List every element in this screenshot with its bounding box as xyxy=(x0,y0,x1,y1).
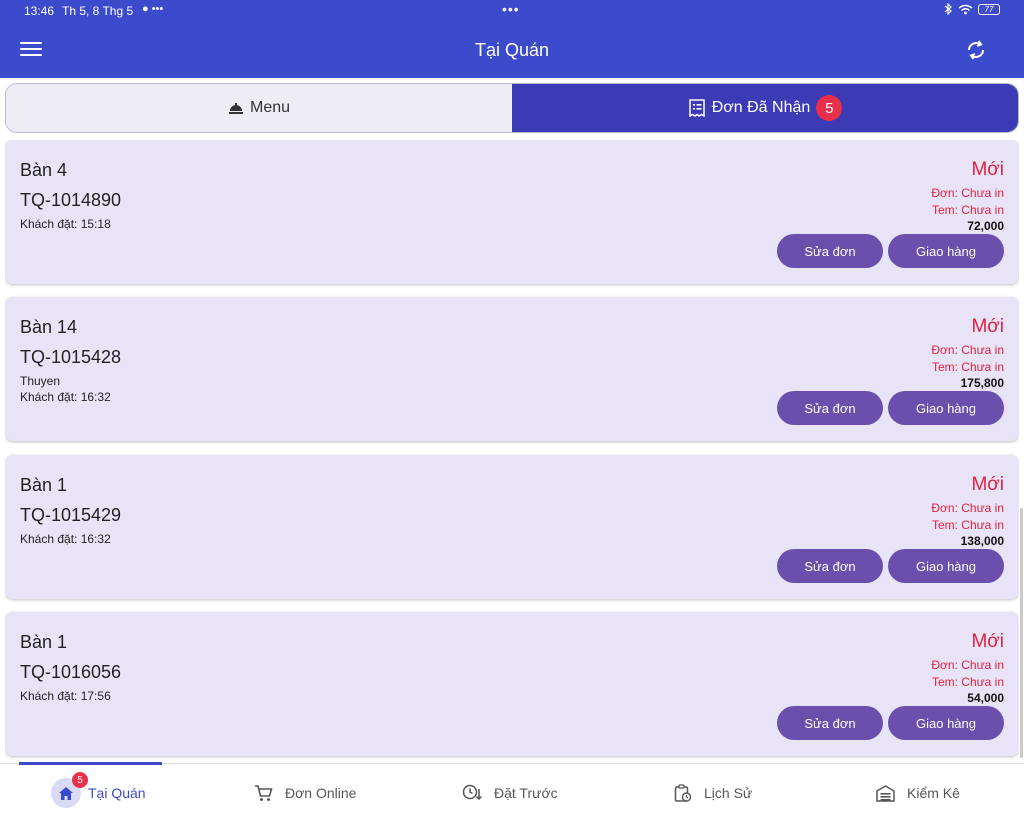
order-card[interactable]: Bàn 14 TQ-1015428 Thuyen Khách đặt: 16:3… xyxy=(5,297,1019,441)
nav-item-lich-su[interactable]: Lịch Sử xyxy=(674,776,752,810)
status-time: 13:46 xyxy=(24,4,55,18)
nav-badge: 5 xyxy=(72,772,88,788)
edit-order-button[interactable]: Sửa đơn xyxy=(777,391,883,425)
food-tray-icon xyxy=(228,101,244,115)
sync-icon xyxy=(968,40,984,60)
tab-menu-label: Menu xyxy=(249,99,291,116)
multitask-dots: ••• xyxy=(502,1,520,17)
battery-icon: 77 xyxy=(978,3,1000,15)
table-name: Bàn 14 xyxy=(20,317,78,337)
order-card[interactable]: Bàn 4 TQ-1014890 Khách đặt: 15:18 Mới Đơ… xyxy=(5,140,1019,284)
received-count-badge: 5 xyxy=(816,95,843,121)
warehouse-icon xyxy=(876,784,895,802)
list-scrollbar[interactable] xyxy=(1020,508,1023,758)
bluetooth-icon xyxy=(944,3,952,15)
deliver-button[interactable]: Giao hàng xyxy=(888,549,1004,583)
nav-item-don-online[interactable]: Đơn Online xyxy=(254,776,356,810)
order-tabs: Menu Đơn Đã Nhận 5 xyxy=(5,83,1019,133)
order-meta: Khách đặt: 17:56 xyxy=(20,688,111,704)
ordered-time: Khách đặt: 16:32 xyxy=(20,390,111,404)
top-app-bar: 13:46 Th 5, 8 Thg 5 ● ••• ••• 77 Tại Quá… xyxy=(0,0,1024,78)
order-list[interactable]: Bàn 4 TQ-1014890 Khách đặt: 15:18 Mới Đơ… xyxy=(5,140,1019,760)
label-print-status: Tem: Chưa in xyxy=(931,360,1004,374)
order-status: Mới xyxy=(971,631,1004,652)
order-meta: Khách đặt: 15:18 xyxy=(20,216,111,232)
order-id: TQ-1014890 xyxy=(20,190,122,210)
status-bar: 13:46 Th 5, 8 Thg 5 ● ••• ••• 77 xyxy=(0,0,1024,22)
status-right-icons: 77 xyxy=(944,3,1000,15)
ordered-time: Khách đặt: 15:18 xyxy=(20,217,111,231)
edit-order-button[interactable]: Sửa đơn xyxy=(777,549,883,583)
order-meta: Thuyen Khách đặt: 16:32 xyxy=(20,373,111,405)
nav-label: Tại Quán xyxy=(88,785,146,801)
active-tab-indicator xyxy=(19,762,162,765)
table-name: Bàn 4 xyxy=(20,160,68,180)
edit-order-button[interactable]: Sửa đơn xyxy=(777,234,883,268)
label-print-status: Tem: Chưa in xyxy=(931,203,1004,217)
order-total: 72,000 xyxy=(967,219,1004,233)
sync-button[interactable] xyxy=(964,38,988,62)
clock-icon xyxy=(462,784,482,802)
nav-label: Đơn Online xyxy=(285,785,357,801)
status-date: Th 5, 8 Thg 5 xyxy=(62,4,134,18)
order-id: TQ-1015428 xyxy=(20,347,122,367)
nav-item-dat-truoc[interactable]: Đặt Trước xyxy=(462,776,558,810)
order-total: 175,800 xyxy=(960,376,1004,390)
messenger-notification-icon: ● ••• xyxy=(142,3,164,15)
label-print-status: Tem: Chưa in xyxy=(931,518,1004,532)
order-total: 54,000 xyxy=(967,691,1004,705)
order-meta: Khách đặt: 16:32 xyxy=(20,531,111,547)
deliver-button[interactable]: Giao hàng xyxy=(888,391,1004,425)
app-root: 13:46 Th 5, 8 Thg 5 ● ••• ••• 77 Tại Quá… xyxy=(0,0,1024,821)
ordered-time: Khách đặt: 17:56 xyxy=(20,689,111,703)
deliver-button[interactable]: Giao hàng xyxy=(888,234,1004,268)
nav-label: Kiểm Kê xyxy=(907,785,960,801)
history-icon xyxy=(674,783,692,803)
nav-label: Lịch Sử xyxy=(704,785,753,801)
customer-name: Thuyen xyxy=(20,374,61,388)
edit-order-button[interactable]: Sửa đơn xyxy=(777,706,883,740)
cart-icon xyxy=(254,784,273,802)
order-status: Mới xyxy=(971,316,1004,337)
table-name: Bàn 1 xyxy=(20,632,68,652)
order-card[interactable]: Bàn 1 TQ-1016056 Khách đặt: 17:56 Mới Đơ… xyxy=(5,612,1019,756)
order-status: Mới xyxy=(971,474,1004,495)
order-print-status: Đơn: Chưa in xyxy=(931,658,1004,672)
nav-item-tai-quan[interactable]: 5 Tại Quán xyxy=(51,772,146,810)
order-print-status: Đơn: Chưa in xyxy=(931,501,1004,515)
table-name: Bàn 1 xyxy=(20,475,68,495)
nav-item-kiem-ke[interactable]: Kiểm Kê xyxy=(876,776,960,810)
tab-received-orders[interactable]: Đơn Đã Nhận 5 xyxy=(512,84,1018,132)
order-total: 138,000 xyxy=(960,534,1004,548)
deliver-button[interactable]: Giao hàng xyxy=(888,706,1004,740)
order-card[interactable]: Bàn 1 TQ-1015429 Khách đặt: 16:32 Mới Đơ… xyxy=(5,455,1019,599)
order-print-status: Đơn: Chưa in xyxy=(931,343,1004,357)
order-id: TQ-1016056 xyxy=(20,662,122,682)
page-title: Tại Quán xyxy=(474,40,550,60)
tab-received-label: Đơn Đã Nhận xyxy=(711,99,811,116)
ordered-time: Khách đặt: 16:32 xyxy=(20,532,111,546)
wifi-icon xyxy=(958,4,973,14)
tab-menu[interactable]: Menu xyxy=(6,84,512,132)
bottom-navigation: 5 Tại Quán Đơn Online Đặt Trước Lịch Sử xyxy=(0,762,1024,821)
receipt-icon xyxy=(688,99,706,117)
home-icon: 5 xyxy=(51,772,88,808)
order-status: Mới xyxy=(971,159,1004,180)
label-print-status: Tem: Chưa in xyxy=(931,675,1004,689)
nav-label: Đặt Trước xyxy=(494,785,558,801)
order-print-status: Đơn: Chưa in xyxy=(931,186,1004,200)
order-id: TQ-1015429 xyxy=(20,505,122,525)
